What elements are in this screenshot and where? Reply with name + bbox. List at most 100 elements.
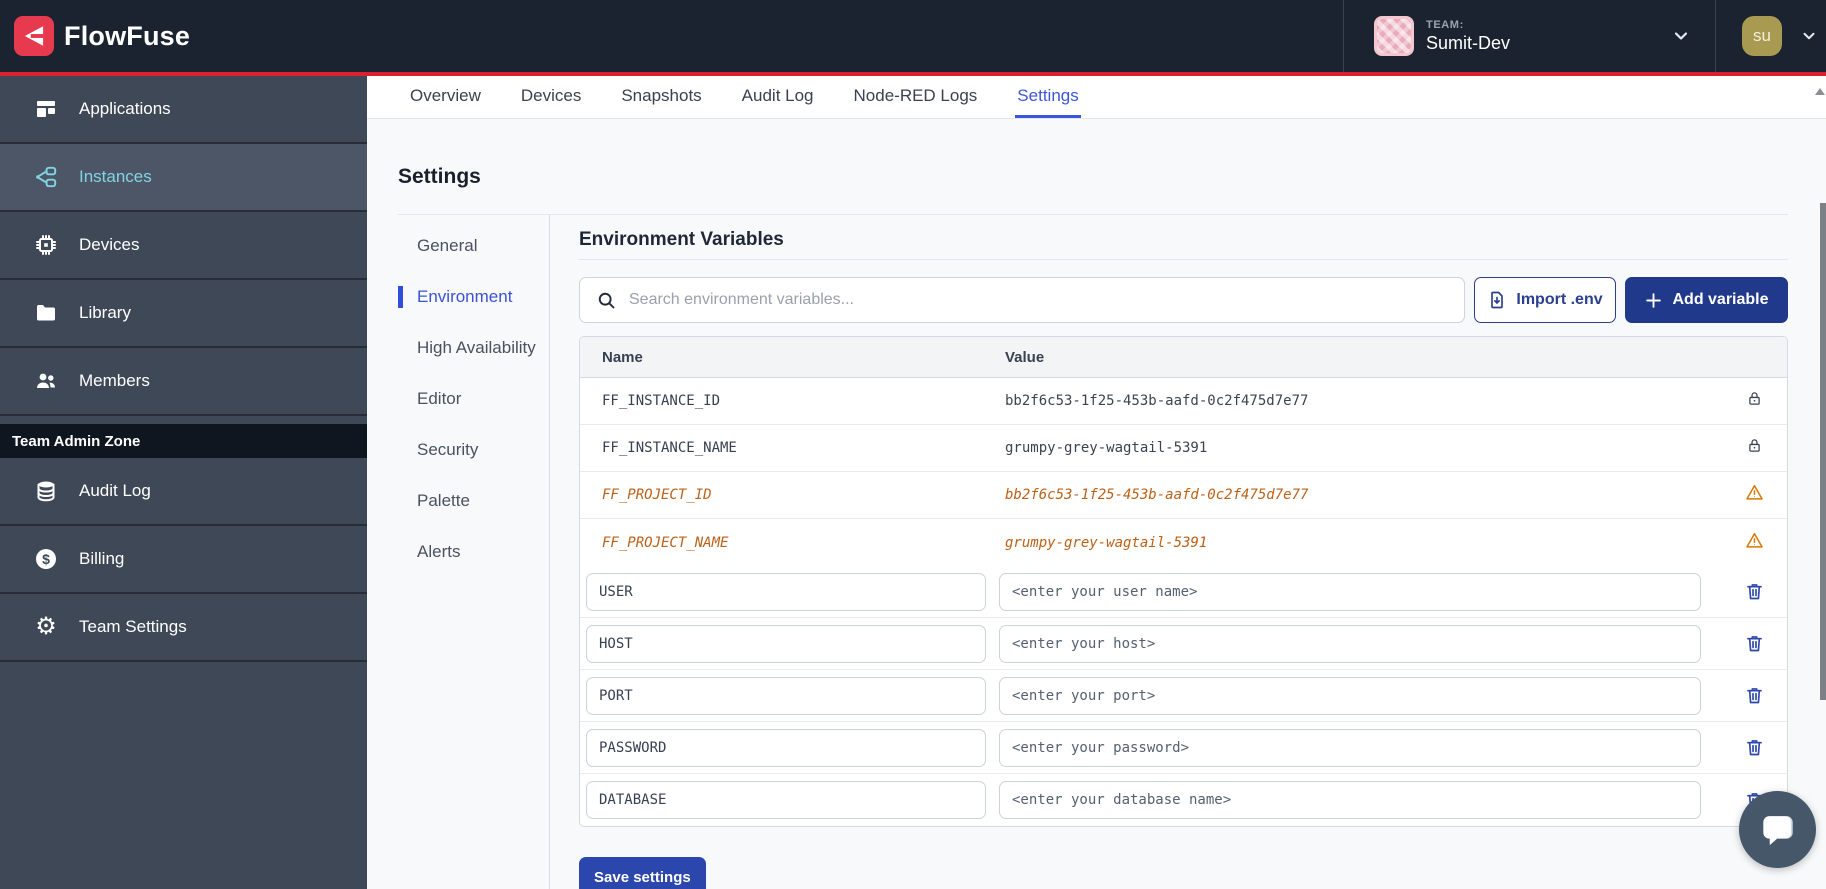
env-var-name: FF_PROJECT_NAME: [580, 535, 999, 551]
settings-nav-general[interactable]: General: [398, 235, 549, 257]
env-var-name: FF_INSTANCE_ID: [580, 393, 999, 409]
trash-icon: [1744, 633, 1765, 654]
table-row: FF_INSTANCE_ID bb2f6c53-1f25-453b-aafd-0…: [580, 378, 1787, 425]
search-icon: [596, 290, 617, 311]
add-variable-button[interactable]: Add variable: [1625, 277, 1788, 323]
sidebar-item-applications[interactable]: Applications: [0, 76, 367, 144]
delete-variable-button[interactable]: [1742, 631, 1767, 656]
table-row-editable: [580, 670, 1787, 722]
team-selector[interactable]: TEAM: Sumit-Dev: [1343, 0, 1715, 72]
scrollbar[interactable]: [1819, 76, 1826, 889]
flowfuse-logo-icon: [14, 16, 54, 56]
delete-variable-button[interactable]: [1742, 735, 1767, 760]
billing-icon: $: [33, 546, 59, 572]
env-var-value-input[interactable]: [999, 573, 1701, 611]
audit-log-icon: [33, 478, 59, 504]
plus-icon: [1644, 291, 1663, 310]
chat-widget-button[interactable]: [1739, 791, 1816, 868]
table-row-editable: [580, 566, 1787, 618]
env-var-name-input[interactable]: [586, 625, 986, 663]
main-content: Settings General Environment High Availa…: [367, 119, 1826, 889]
trash-icon: [1744, 581, 1765, 602]
delete-variable-button[interactable]: [1742, 579, 1767, 604]
sidebar-item-label: Members: [79, 371, 150, 391]
tab-settings[interactable]: Settings: [1015, 76, 1080, 118]
settings-nav-palette[interactable]: Palette: [398, 490, 549, 512]
tab-audit-log[interactable]: Audit Log: [740, 76, 816, 118]
sidebar-item-audit-log[interactable]: Audit Log: [0, 458, 367, 526]
save-settings-button[interactable]: Save settings: [579, 857, 706, 889]
user-menu[interactable]: su: [1715, 0, 1826, 72]
instances-icon: [33, 164, 59, 190]
tab-devices[interactable]: Devices: [519, 76, 583, 118]
sidebar-item-label: Applications: [79, 99, 171, 119]
brand-name: FlowFuse: [64, 21, 190, 52]
env-var-name-input[interactable]: [586, 729, 986, 767]
trash-icon: [1744, 737, 1765, 758]
tab-overview[interactable]: Overview: [408, 76, 483, 118]
settings-nav-editor[interactable]: Editor: [398, 388, 549, 410]
chevron-down-icon: [1800, 27, 1818, 45]
warning-icon: [1745, 483, 1764, 507]
sidebar-item-team-settings[interactable]: ⚙ Team Settings: [0, 594, 367, 662]
sidebar-item-members[interactable]: Members: [0, 348, 367, 416]
team-admin-zone-label: Team Admin Zone: [0, 424, 367, 458]
svg-text:$: $: [42, 551, 50, 567]
sidebar-item-label: Library: [79, 303, 131, 323]
tab-snapshots[interactable]: Snapshots: [619, 76, 703, 118]
env-var-name-input[interactable]: [586, 677, 986, 715]
sidebar-item-label: Audit Log: [79, 481, 151, 501]
env-var-name-input[interactable]: [586, 573, 986, 611]
scrollbar-up-arrow[interactable]: [1815, 88, 1825, 95]
sidebar-item-billing[interactable]: $ Billing: [0, 526, 367, 594]
sidebar: Applications Instances Devices Library: [0, 76, 367, 889]
import-env-button[interactable]: Import .env: [1474, 277, 1616, 323]
sidebar-item-label: Devices: [79, 235, 139, 255]
env-var-value: grumpy-grey-wagtail-5391: [999, 535, 1721, 551]
env-var-name: FF_INSTANCE_NAME: [580, 440, 999, 456]
env-var-value-input[interactable]: [999, 677, 1701, 715]
table-row-editable: [580, 774, 1787, 826]
scrollbar-thumb[interactable]: [1820, 203, 1826, 700]
settings-nav-high-availability[interactable]: High Availability: [398, 337, 549, 359]
column-header-name: Name: [580, 349, 999, 366]
env-var-value-input[interactable]: [999, 625, 1701, 663]
column-header-value: Value: [999, 349, 1721, 366]
app-header: FlowFuse TEAM: Sumit-Dev su: [0, 0, 1826, 72]
tab-node-red-logs[interactable]: Node-RED Logs: [852, 76, 980, 118]
table-row-editable: [580, 722, 1787, 774]
section-title: Environment Variables: [579, 228, 1788, 260]
settings-nav-alerts[interactable]: Alerts: [398, 541, 549, 563]
instance-tabbar: Overview Devices Snapshots Audit Log Nod…: [367, 76, 1826, 119]
delete-variable-button[interactable]: [1742, 683, 1767, 708]
table-row: FF_PROJECT_ID bb2f6c53-1f25-453b-aafd-0c…: [580, 472, 1787, 519]
lock-icon: [1746, 390, 1763, 412]
env-var-value: bb2f6c53-1f25-453b-aafd-0c2f475d7e77: [999, 393, 1721, 409]
sidebar-item-library[interactable]: Library: [0, 280, 367, 348]
env-var-value-input[interactable]: [999, 729, 1701, 767]
env-var-value: grumpy-grey-wagtail-5391: [999, 440, 1721, 456]
env-variables-table: Name Value FF_INSTANCE_ID bb2f6c53-1f25-…: [579, 336, 1788, 827]
members-icon: [33, 368, 59, 394]
brand-logo[interactable]: FlowFuse: [0, 16, 190, 56]
env-var-name: FF_PROJECT_ID: [580, 487, 999, 503]
lock-icon: [1746, 437, 1763, 459]
env-var-name-input[interactable]: [586, 781, 986, 819]
sidebar-item-devices[interactable]: Devices: [0, 212, 367, 280]
env-var-value-input[interactable]: [999, 781, 1701, 819]
sidebar-item-label: Instances: [79, 167, 152, 187]
team-label: TEAM:: [1426, 19, 1510, 31]
search-input[interactable]: [629, 291, 1464, 309]
table-row: FF_INSTANCE_NAME grumpy-grey-wagtail-539…: [580, 425, 1787, 472]
chevron-down-icon: [1671, 26, 1691, 46]
applications-icon: [33, 96, 59, 122]
import-file-icon: [1487, 290, 1507, 310]
search-box: [579, 277, 1465, 323]
table-row-editable: [580, 618, 1787, 670]
settings-nav-environment[interactable]: Environment: [398, 286, 549, 308]
sidebar-item-instances[interactable]: Instances: [0, 144, 367, 212]
page-title: Settings: [398, 164, 1788, 215]
settings-nav: General Environment High Availability Ed…: [398, 215, 549, 889]
settings-nav-security[interactable]: Security: [398, 439, 549, 461]
chat-bubble-icon: [1759, 811, 1797, 849]
